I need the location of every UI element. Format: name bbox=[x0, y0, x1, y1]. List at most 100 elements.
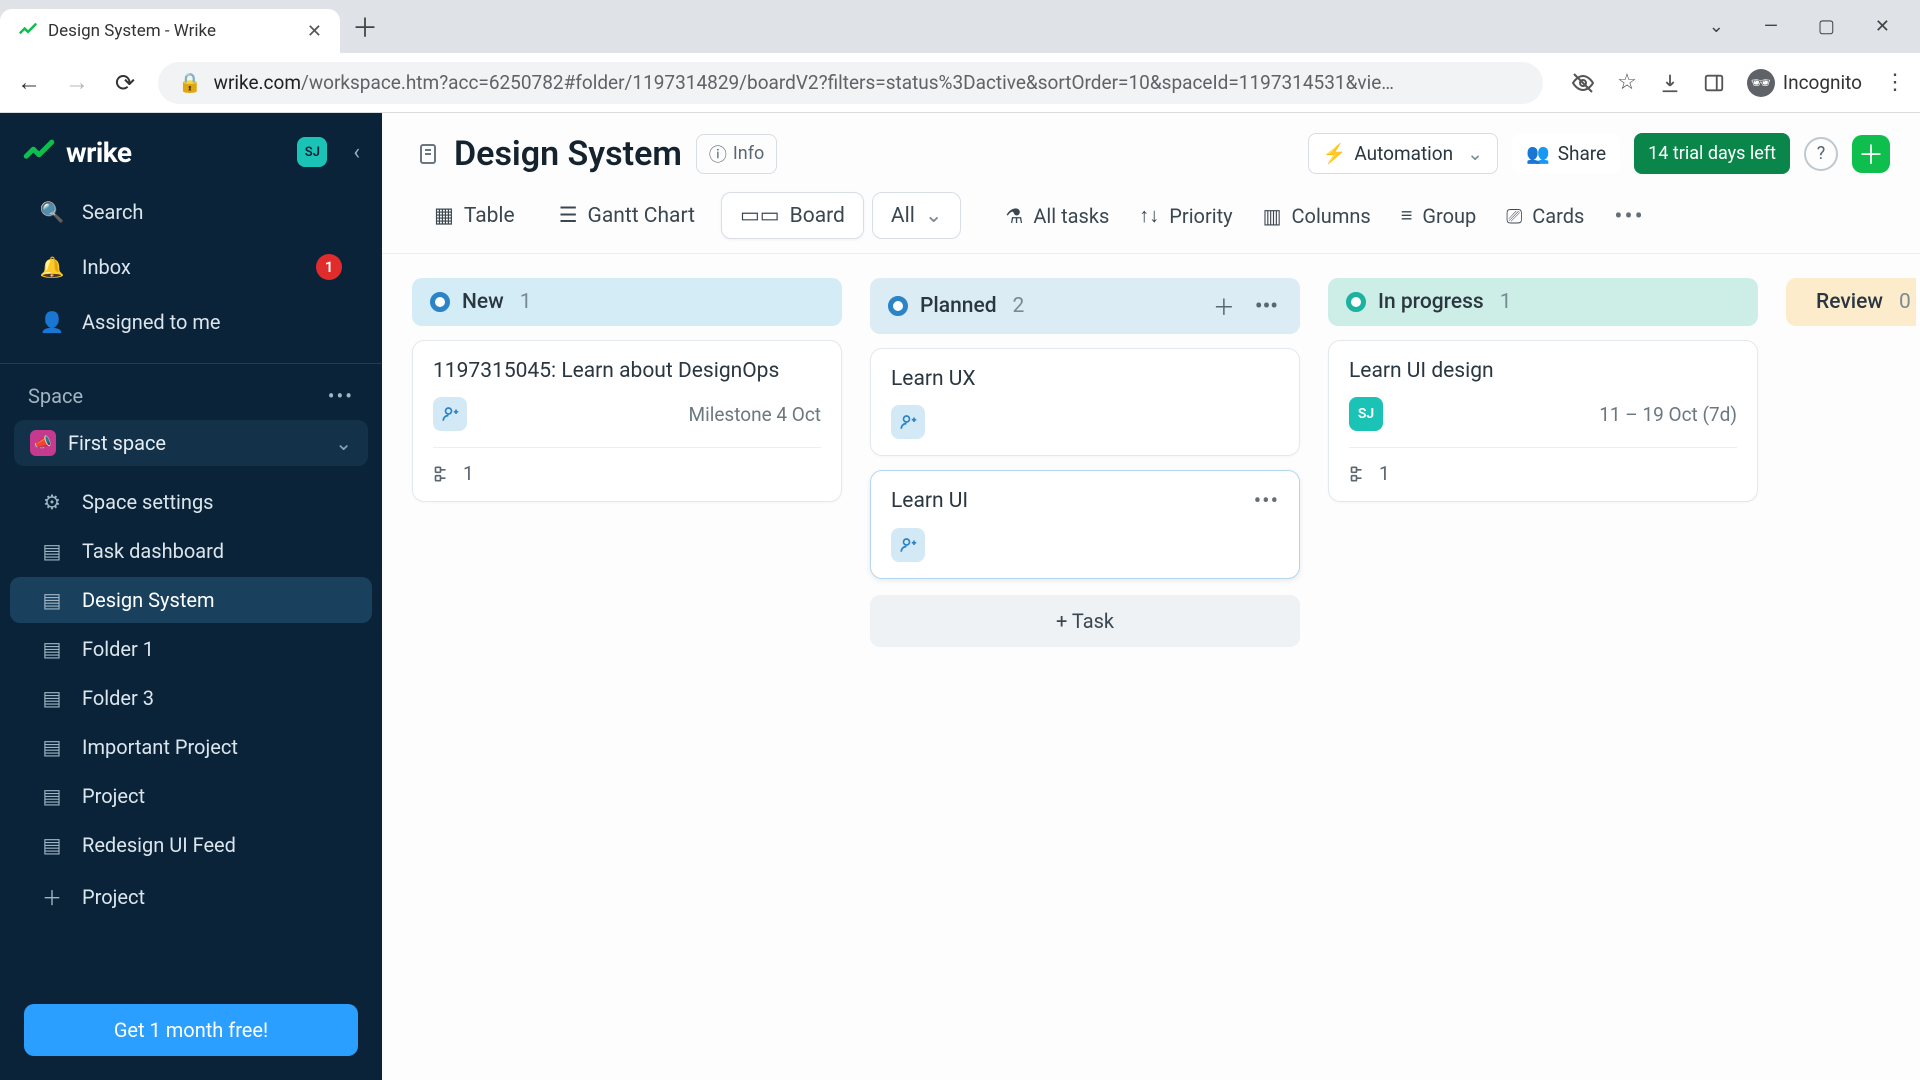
project-title[interactable]: Design System bbox=[454, 134, 682, 174]
minimize-icon[interactable]: — bbox=[1764, 16, 1778, 37]
space-menu-icon[interactable]: ••• bbox=[328, 384, 354, 408]
card-title: Learn UI bbox=[891, 489, 968, 513]
create-button[interactable]: ＋ bbox=[1852, 135, 1890, 173]
space-heading-label: Space bbox=[28, 384, 83, 408]
chevron-down-icon: ⌄ bbox=[335, 431, 352, 455]
doc-icon: ▤ bbox=[40, 784, 64, 808]
address-bar[interactable]: 🔒 wrike.com /workspace.htm?acc=6250782#f… bbox=[158, 62, 1543, 104]
wrike-favicon bbox=[18, 21, 38, 41]
sidebar-item-project[interactable]: ＋Project bbox=[10, 871, 372, 922]
task-card[interactable]: Learn UI designSJ11 – 19 Oct (7d)1 bbox=[1328, 340, 1758, 502]
info-label: Info bbox=[733, 143, 764, 164]
tab-close-icon[interactable]: ✕ bbox=[307, 21, 322, 42]
sidebar-item-label: Project bbox=[82, 784, 145, 808]
add-assignee-button[interactable] bbox=[891, 405, 925, 439]
subtask-count[interactable]: 1 bbox=[433, 447, 821, 485]
column-header[interactable]: Review0 bbox=[1786, 278, 1916, 326]
close-window-icon[interactable]: ✕ bbox=[1875, 16, 1890, 37]
info-button[interactable]: ⓘ Info bbox=[696, 134, 777, 174]
info-icon: ⓘ bbox=[709, 141, 727, 167]
maximize-icon[interactable]: ▢ bbox=[1818, 16, 1835, 37]
help-button[interactable]: ? bbox=[1804, 137, 1838, 171]
share-icon: 👥 bbox=[1526, 142, 1550, 165]
sidebar-item-space-settings[interactable]: ⚙Space settings bbox=[10, 479, 372, 525]
cards-label: Cards bbox=[1532, 204, 1584, 228]
sidebar-item-redesign-ui-feed[interactable]: ▤Redesign UI Feed bbox=[10, 822, 372, 868]
promo-button[interactable]: Get 1 month free! bbox=[24, 1004, 358, 1056]
columns-button[interactable]: ▥Columns bbox=[1263, 204, 1371, 228]
filter-icon: ⚗ bbox=[1005, 204, 1023, 228]
cards-button[interactable]: ⎚Cards bbox=[1506, 204, 1584, 228]
url-host: wrike.com bbox=[214, 71, 301, 94]
view-table[interactable]: ▦Table bbox=[416, 193, 533, 238]
assignee-avatar[interactable]: SJ bbox=[1349, 397, 1383, 431]
space-selector[interactable]: 📣 First space ⌄ bbox=[14, 420, 368, 466]
add-card-icon[interactable]: ＋ bbox=[1209, 290, 1239, 322]
more-menu-icon[interactable]: ••• bbox=[1614, 202, 1644, 230]
add-assignee-button[interactable] bbox=[891, 528, 925, 562]
group-button[interactable]: ≡Group bbox=[1401, 203, 1477, 228]
column-header[interactable]: New1 bbox=[412, 278, 842, 326]
task-card[interactable]: 1197315045: Learn about DesignOpsMilesto… bbox=[412, 340, 842, 502]
new-tab-button[interactable]: ＋ bbox=[352, 8, 378, 45]
forward-button[interactable]: → bbox=[62, 68, 92, 97]
sidebar-item-project[interactable]: ▤ Project bbox=[10, 773, 372, 819]
eye-off-icon[interactable] bbox=[1571, 71, 1595, 95]
share-button[interactable]: 👥 Share bbox=[1512, 134, 1620, 173]
sidebar-item-label: Important Project bbox=[82, 735, 238, 759]
panel-icon[interactable] bbox=[1703, 72, 1725, 94]
sidebar-item-important-project[interactable]: ▤Important Project bbox=[10, 724, 372, 770]
star-icon[interactable]: ☆ bbox=[1617, 70, 1637, 95]
bolt-icon: ⚡ bbox=[1323, 142, 1347, 165]
view-board-label: Board bbox=[790, 204, 845, 228]
reload-button[interactable]: ⟳ bbox=[110, 69, 140, 97]
search-icon: 🔍 bbox=[40, 200, 64, 224]
column-header[interactable]: In progress1 bbox=[1328, 278, 1758, 326]
download-icon[interactable] bbox=[1659, 72, 1681, 94]
sidebar-inbox[interactable]: 🔔 Inbox 1 bbox=[10, 242, 372, 292]
sidebar-item-folder-1[interactable]: ▤Folder 1 bbox=[10, 626, 372, 672]
column-header[interactable]: Planned2＋••• bbox=[870, 278, 1300, 334]
task-card[interactable]: Learn UI ••• bbox=[870, 470, 1300, 579]
sidebar-item-folder-3[interactable]: ▤Folder 3 bbox=[10, 675, 372, 721]
card-menu-icon[interactable]: ••• bbox=[1254, 489, 1279, 514]
kebab-menu-icon[interactable]: ⋮ bbox=[1884, 70, 1906, 95]
incognito-indicator[interactable]: 🕶 Incognito bbox=[1747, 69, 1862, 97]
collapse-sidebar-icon[interactable]: ‹ bbox=[353, 140, 360, 165]
chevron-down-icon[interactable]: ⌄ bbox=[1709, 16, 1724, 37]
board-icon: ▭▭ bbox=[740, 203, 780, 228]
sidebar-assigned[interactable]: 👤 Assigned to me bbox=[10, 298, 372, 346]
view-toolbar: ▦Table ☰Gantt Chart ▭▭ Board All ⌄ ⚗All ta… bbox=[382, 182, 1920, 254]
filter-all[interactable]: All ⌄ bbox=[872, 192, 962, 239]
automation-button[interactable]: ⚡ Automation ⌄ bbox=[1308, 133, 1498, 174]
add-task-button[interactable]: + Task bbox=[870, 595, 1300, 647]
sidebar-search[interactable]: 🔍 Search bbox=[10, 188, 372, 236]
column-menu-icon[interactable]: ••• bbox=[1251, 294, 1282, 319]
filter-tasks[interactable]: ⚗All tasks bbox=[1005, 204, 1109, 228]
kanban-board: New1 1197315045: Learn about DesignOpsMil… bbox=[382, 254, 1920, 1080]
sidebar-separator bbox=[0, 363, 382, 364]
back-button[interactable]: ← bbox=[14, 68, 44, 97]
view-gantt[interactable]: ☰Gantt Chart bbox=[541, 193, 713, 238]
sidebar-item-design-system[interactable]: ▤Design System bbox=[10, 577, 372, 623]
add-assignee-button[interactable] bbox=[433, 397, 467, 431]
sort-priority[interactable]: ↑↓Priority bbox=[1139, 203, 1232, 228]
filter-all-label: All bbox=[891, 204, 915, 228]
status-dot-icon bbox=[888, 296, 908, 316]
column-review: Review0 bbox=[1786, 278, 1916, 326]
share-label: Share bbox=[1558, 142, 1606, 165]
sidebar-space-heading: Space ••• bbox=[0, 374, 382, 414]
chevron-down-icon: ⌄ bbox=[925, 203, 943, 228]
subtask-count[interactable]: 1 bbox=[1349, 447, 1737, 485]
trial-badge[interactable]: 14 trial days left bbox=[1634, 133, 1790, 174]
browser-tab[interactable]: Design System - Wrike ✕ bbox=[0, 9, 340, 53]
column-count: 1 bbox=[520, 290, 532, 314]
task-card[interactable]: Learn UX bbox=[870, 348, 1300, 456]
bell-icon: 🔔 bbox=[40, 255, 64, 279]
view-board[interactable]: ▭▭ Board bbox=[721, 192, 864, 239]
promo-label: Get 1 month free! bbox=[114, 1018, 268, 1042]
card-meta: 11 – 19 Oct (7d) bbox=[1599, 403, 1737, 426]
inbox-badge: 1 bbox=[316, 254, 342, 280]
user-avatar[interactable]: SJ bbox=[297, 137, 327, 167]
sidebar-item-task-dashboard[interactable]: ▤Task dashboard bbox=[10, 528, 372, 574]
